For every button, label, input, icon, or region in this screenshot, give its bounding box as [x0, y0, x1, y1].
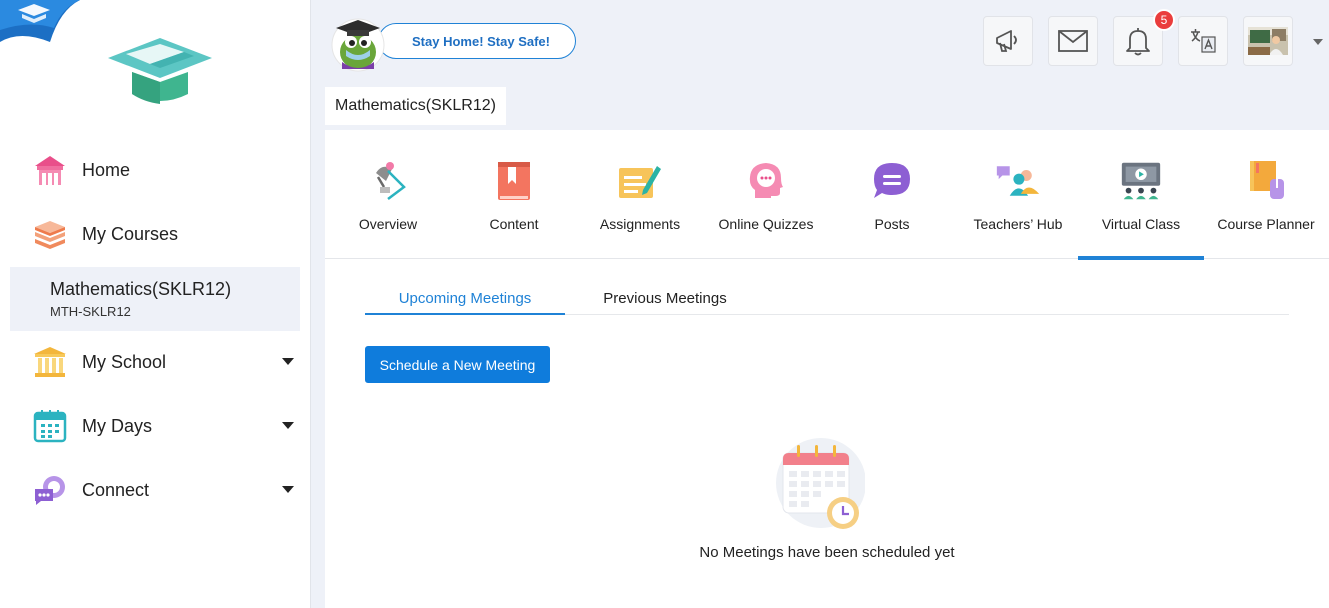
mail-icon — [1058, 30, 1088, 52]
course-nav-tabs: Overview Content Assignments Online Quiz… — [325, 130, 1329, 260]
chevron-down-icon[interactable] — [282, 422, 294, 429]
sidebar-item-label: My School — [82, 351, 167, 372]
chevron-down-icon[interactable] — [282, 486, 294, 493]
book-icon — [491, 158, 537, 204]
sidebar: Home My Courses Mathematics(SKLR12) MTH-… — [0, 0, 311, 608]
quiz-head-icon — [743, 158, 789, 204]
course-tab-label: Mathematics(SKLR12) — [335, 97, 496, 114]
tab-label: Assignments — [599, 216, 681, 232]
tab-label: Overview — [358, 216, 418, 232]
tab-upcoming-meetings[interactable]: Upcoming Meetings — [365, 290, 565, 315]
sub-tab-label: Upcoming Meetings — [398, 290, 532, 307]
sidebar-item-active-course[interactable]: Mathematics(SKLR12) MTH-SKLR12 — [10, 267, 300, 331]
sidebar-item-my-school[interactable]: My School — [10, 334, 300, 390]
sub-tab-label: Previous Meetings — [603, 290, 727, 307]
mascot-icon — [331, 18, 385, 72]
tab-label: Online Quizzes — [718, 216, 814, 232]
language-button[interactable] — [1178, 16, 1228, 66]
tab-virtual-class[interactable]: Virtual Class — [1078, 130, 1204, 260]
chevron-down-icon[interactable] — [282, 358, 294, 365]
notification-count-badge: 5 — [1153, 9, 1175, 31]
corner-logo-icon — [0, 0, 80, 42]
tab-label: Virtual Class — [1101, 216, 1181, 232]
people-group-icon — [995, 158, 1041, 204]
sidebar-item-home[interactable]: Home — [10, 142, 300, 198]
tab-previous-meetings[interactable]: Previous Meetings — [565, 290, 765, 315]
chat-bubbles-icon — [32, 472, 68, 508]
planner-books-icon — [1243, 158, 1289, 204]
lamp-icon — [365, 158, 411, 204]
schedule-meeting-button[interactable]: Schedule a New Meeting — [365, 346, 550, 383]
tab-label: Teachers’ Hub — [973, 216, 1063, 232]
sidebar-item-label: My Days — [82, 415, 153, 436]
tab-assignments[interactable]: Assignments — [577, 130, 703, 259]
sidebar-item-my-days[interactable]: My Days — [10, 398, 300, 454]
banner-text: Stay Home! Stay Safe! — [412, 33, 550, 49]
sidebar-item-label: Home — [82, 159, 131, 180]
brand-logo-icon — [108, 38, 212, 104]
tab-online-quizzes[interactable]: Online Quizzes — [703, 130, 829, 259]
video-class-icon — [1118, 158, 1164, 204]
sidebar-item-label: Connect — [82, 479, 150, 500]
calendar-icon — [32, 408, 68, 444]
messages-button[interactable] — [1048, 16, 1098, 66]
avatar — [1248, 27, 1288, 55]
tab-posts[interactable]: Posts — [829, 130, 955, 259]
sidebar-item-my-courses[interactable]: My Courses — [10, 206, 300, 262]
tab-label: Posts — [874, 216, 910, 232]
translate-icon — [1191, 29, 1216, 53]
stack-books-icon — [32, 216, 68, 252]
bell-icon — [1126, 28, 1150, 56]
meeting-sub-tabs: Upcoming Meetings Previous Meetings — [365, 290, 1289, 315]
tab-overview[interactable]: Overview — [325, 130, 451, 259]
stay-safe-banner[interactable]: Stay Home! Stay Safe! — [378, 23, 576, 59]
school-building-icon — [32, 344, 68, 380]
course-code: MTH-SKLR12 — [50, 304, 131, 319]
course-breadcrumb-tab[interactable]: Mathematics(SKLR12) — [325, 87, 506, 125]
active-tab-indicator — [1078, 256, 1204, 260]
tab-label: Course Planner — [1217, 216, 1315, 232]
tab-teachers-hub[interactable]: Teachers’ Hub — [955, 130, 1081, 259]
chevron-down-icon[interactable] — [1313, 39, 1323, 45]
assignment-pen-icon — [617, 158, 663, 204]
tab-label: Content — [489, 216, 539, 232]
user-profile-button[interactable] — [1243, 16, 1293, 66]
empty-calendar-icon — [776, 438, 865, 529]
tab-course-planner[interactable]: Course Planner — [1203, 130, 1329, 259]
sidebar-item-label: My Courses — [82, 223, 179, 244]
empty-state-message: No Meetings have been scheduled yet — [699, 544, 955, 561]
announcements-button[interactable] — [983, 16, 1033, 66]
home-icon — [32, 152, 68, 188]
sidebar-item-connect[interactable]: Connect — [10, 462, 300, 518]
tab-content[interactable]: Content — [451, 130, 577, 259]
course-name: Mathematics(SKLR12) — [50, 279, 232, 299]
megaphone-icon — [996, 30, 1017, 52]
speech-bubble-icon — [869, 158, 915, 204]
course-panel: Overview Content Assignments Online Quiz… — [325, 130, 1329, 608]
